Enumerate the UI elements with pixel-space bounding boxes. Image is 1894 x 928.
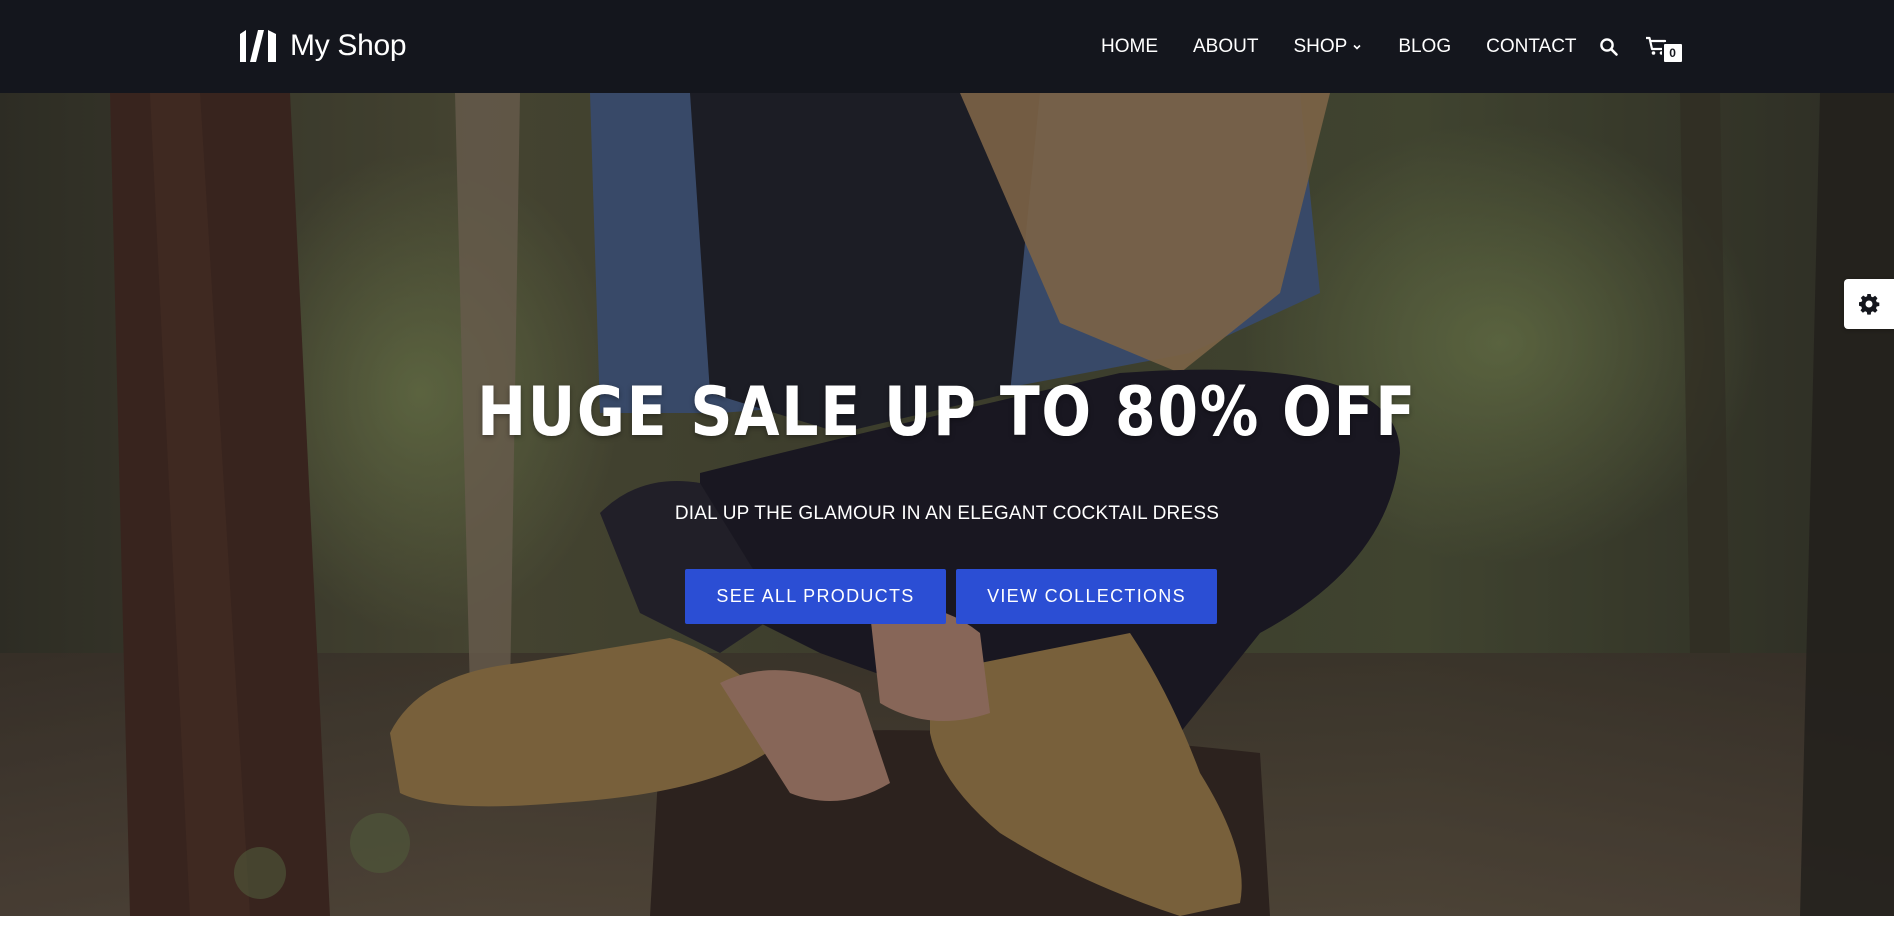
nav-shop[interactable]: SHOP [1293,34,1363,60]
cart-count-badge: 0 [1661,42,1684,64]
see-all-products-button[interactable]: SEE ALL PRODUCTS [685,569,946,624]
nav-shop-label: SHOP [1293,36,1348,57]
nav-about[interactable]: ABOUT [1193,34,1258,60]
main-nav: HOME ABOUT SHOP BLOG CONTACT 0 [1101,32,1684,64]
hero-actions: SEE ALL PRODUCTS VIEW COLLECTIONS [685,569,1217,624]
nav-blog[interactable]: BLOG [1398,34,1451,60]
gear-icon [1859,294,1880,315]
search-button[interactable] [1599,37,1645,57]
view-collections-button[interactable]: VIEW COLLECTIONS [956,569,1217,624]
chevron-down-icon [1353,44,1361,50]
nav-home[interactable]: HOME [1101,34,1158,60]
settings-button[interactable] [1844,279,1894,329]
hero-title: HUGE SALE UP TO 80% OFF [477,373,1417,452]
site-title: My Shop [290,29,407,62]
nav-contact[interactable]: CONTACT [1486,34,1576,60]
site-logo[interactable]: My Shop [238,28,407,64]
hero-subtitle: DIAL UP THE GLAMOUR IN AN ELEGANT COCKTA… [674,503,1220,524]
site-header: My Shop HOME ABOUT SHOP BLOG CONTACT 0 [0,0,1894,93]
page-bottom-edge [0,916,1894,928]
cart-button[interactable]: 0 [1645,32,1684,64]
search-icon [1599,38,1618,56]
shop-logo-icon [240,30,276,62]
hero-banner: HUGE SALE UP TO 80% OFF DIAL UP THE GLAM… [0,93,1894,916]
